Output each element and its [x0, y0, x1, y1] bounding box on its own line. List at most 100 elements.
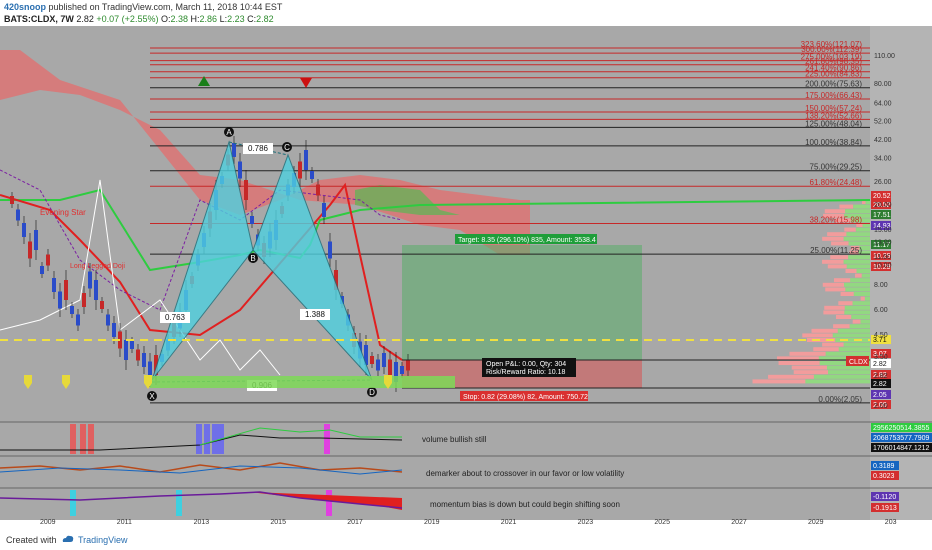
price-tag-text: 2.05 [873, 392, 887, 399]
candle-body [52, 278, 56, 292]
pnl-line-2: Risk/Reward Ratio: 10.18 [486, 369, 565, 376]
candle-body [316, 184, 320, 196]
momentum-bar [176, 490, 182, 516]
chart-canvas[interactable]: 0.00%(2.05) 25.00%(11.25) 38.20%(15.98) 61.… [0, 0, 932, 530]
candle-body [28, 241, 32, 259]
y-tick-label: 8.00 [874, 282, 888, 289]
volume-annotation: volume bullish still [422, 435, 487, 444]
pattern-annotation: Long Legged Doji [70, 263, 125, 270]
vp-bar-green [845, 209, 870, 214]
green-base-bar [150, 376, 455, 388]
y-tick-label: 10.00 [874, 262, 892, 269]
volume-value-text: 2068753577.7909 [873, 435, 930, 442]
vp-bar-green [853, 292, 870, 296]
vp-bar-red [822, 342, 844, 347]
candle-body [136, 349, 140, 361]
pnl-line-1: Open P&L: 0.00, Qty: 304 [486, 361, 566, 368]
vp-bar-red [844, 227, 856, 232]
vp-bar-green [849, 324, 870, 329]
vp-bar-red [823, 310, 845, 315]
vp-bar-green [861, 273, 870, 278]
candle-body [250, 216, 254, 224]
candle-body [382, 353, 386, 367]
harmonic-point-label: D [369, 388, 375, 397]
vp-bar-red [860, 296, 865, 301]
x-tick-label: 2009 [40, 519, 56, 526]
vp-bar-green [843, 342, 870, 347]
vp-bar-green [864, 296, 870, 301]
vp-bar-red [813, 347, 839, 352]
vp-bar-green [825, 351, 870, 356]
fib-label: 200.00%(75.63) [805, 80, 862, 89]
vp-bar-green [846, 232, 870, 237]
candle-body [112, 323, 116, 337]
fib-label: 38.20%(15.98) [810, 215, 863, 224]
target-label: Target: 8.35 (296.10%) 835, Amount: 3538… [458, 237, 596, 244]
x-tick-label: 2013 [194, 519, 210, 526]
y-tick-label: 26.00 [874, 179, 892, 186]
vp-bar-red [822, 282, 845, 287]
vp-bar-red [802, 333, 833, 338]
price-tag-text: 2.82 [873, 361, 887, 368]
tradingview-link[interactable]: TradingView [78, 535, 128, 545]
vp-bar-red [834, 278, 851, 283]
candle-body [376, 359, 380, 371]
vp-bar-red [824, 305, 845, 310]
footer: Created with TradingView [0, 530, 932, 550]
x-tick-label: 2011 [117, 519, 132, 526]
candle-body [304, 150, 308, 170]
fib-label: 100.00%(38.84) [805, 138, 862, 147]
candle-body [328, 241, 332, 259]
volume-bar [204, 424, 210, 454]
vp-bar-red [824, 209, 846, 214]
x-tick-label: 2019 [424, 519, 440, 526]
candle-body [142, 353, 146, 367]
symbol-tag-text: CLDX [849, 359, 868, 366]
candle-body [58, 291, 62, 309]
x-tick-label: 203 [885, 519, 897, 526]
candle-body [106, 314, 110, 326]
vp-bar-red [827, 232, 847, 237]
volume-bar [324, 424, 330, 454]
candle-body [64, 280, 68, 300]
vp-bar-red [827, 264, 847, 269]
momentum-annotation: momentum bias is down but could begin sh… [430, 500, 620, 509]
y-tick-label: 13.00 [874, 240, 892, 247]
candle-body [70, 306, 74, 314]
created-with-label: Created with [6, 535, 57, 545]
candle-body [82, 293, 86, 307]
vp-bar-red [845, 269, 857, 273]
candle-body [16, 209, 20, 221]
harmonic-point-label: C [284, 143, 290, 152]
demarker-value-text: 0.3023 [873, 473, 895, 480]
vp-bar-red [835, 315, 852, 319]
vp-bar-red [840, 292, 854, 296]
y-tick-label: 2.00 [874, 403, 888, 410]
momentum-value-text: -0.1913 [873, 505, 897, 512]
candle-body [244, 180, 248, 200]
x-tick-label: 2027 [731, 519, 747, 526]
fib-label: 175.00%(66.43) [805, 91, 862, 100]
y-tick-label: 4.50 [874, 332, 888, 339]
fib-label: 0.00%(2.05) [818, 395, 862, 404]
price-tag-text: 2.82 [873, 381, 887, 388]
harmonic-point-label: A [226, 128, 232, 137]
ratio-label: 0.786 [248, 144, 269, 153]
candle-body [406, 359, 410, 371]
candle-body [388, 359, 392, 377]
candle-body [298, 161, 302, 179]
ratio-label: 0.763 [165, 313, 186, 322]
y-tick-label: 15.00 [874, 227, 892, 234]
x-tick-label: 2025 [654, 519, 670, 526]
tradingview-logo-icon [62, 535, 74, 542]
vp-bar-red [852, 319, 861, 324]
pattern-annotation: Evening Star [40, 208, 86, 217]
y-tick-label: 80.00 [874, 81, 892, 88]
candle-body [94, 280, 98, 300]
price-tag-text: 20.52 [873, 193, 891, 200]
x-tick-label: 2023 [578, 519, 594, 526]
y-tick-label: 52.00 [874, 118, 892, 125]
demarker-value-text: 0.3189 [873, 463, 895, 470]
stop-label: Stop: 0.82 (29.08%) 82, Amount: 750.72 [463, 394, 588, 401]
vp-bar-green [848, 255, 870, 260]
